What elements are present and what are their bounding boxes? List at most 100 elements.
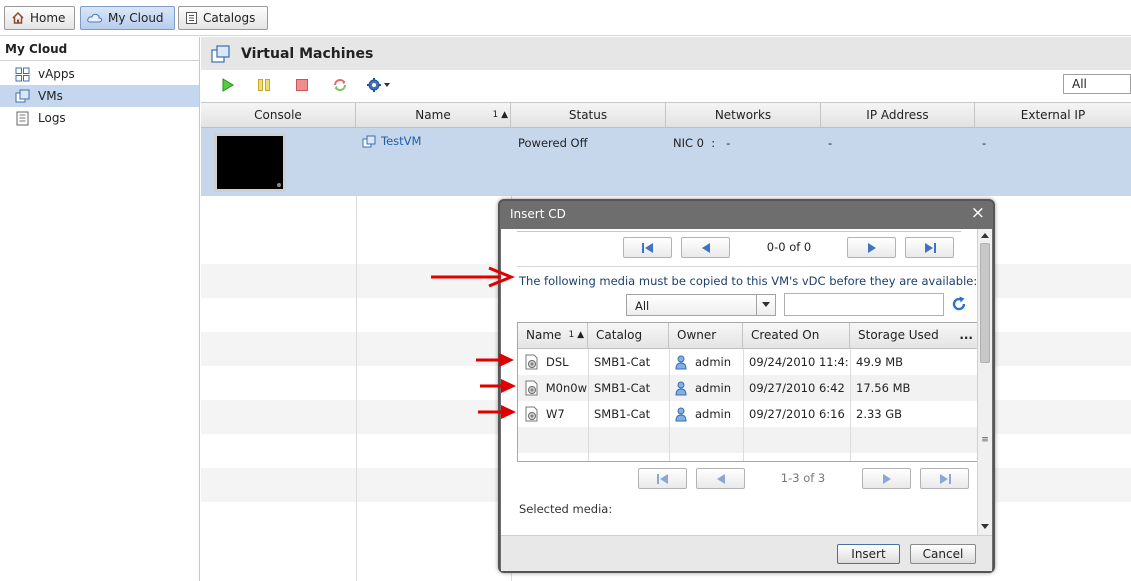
sidebar-item-label: Logs [38, 111, 66, 125]
last-page-button[interactable] [920, 468, 969, 489]
media-catalog: SMB1-Cat [594, 407, 651, 421]
previous-page-button[interactable] [681, 237, 730, 258]
scroll-thumb[interactable] [980, 243, 990, 363]
grid-divider [356, 196, 357, 581]
tab-catalogs[interactable]: Catalogs [178, 6, 268, 30]
first-page-icon [641, 242, 653, 253]
column-networks[interactable]: Networks [666, 103, 821, 128]
console-thumbnail[interactable] [214, 133, 286, 192]
gear-icon [367, 78, 390, 92]
media-column-name[interactable]: Name 1 ▲ [518, 323, 588, 348]
chevron-down-icon [756, 295, 775, 315]
vm-grid-header: Console Name 1 ▲ Status Networks IP Addr… [201, 102, 1131, 128]
first-page-button[interactable] [638, 468, 687, 489]
media-owner-cell: admin [675, 401, 742, 427]
divider [517, 266, 977, 267]
media-created-on: 09/27/2010 6:42 [749, 381, 845, 395]
media-column-name-label: Name [526, 328, 562, 342]
media-name-cell: M0n0w [523, 375, 587, 401]
tab-home-label: Home [30, 11, 66, 25]
catalog-filter-select[interactable]: All [626, 294, 776, 316]
power-off-button[interactable] [292, 76, 312, 94]
grid-divider [588, 349, 589, 461]
page-title: Virtual Machines [241, 45, 374, 62]
column-name[interactable]: Name 1 ▲ [356, 103, 511, 128]
sort-order: 1 [568, 330, 575, 340]
column-more-menu[interactable]: ... [959, 323, 973, 348]
vm-networks: NIC 0 : - [673, 136, 731, 150]
media-owner: admin [695, 355, 732, 369]
sidebar-item-vms[interactable]: VMs [0, 85, 199, 107]
annotation-arrow-icon [476, 353, 514, 367]
previous-page-button[interactable] [696, 468, 745, 489]
column-status[interactable]: Status [511, 103, 666, 128]
cd-media-icon [525, 354, 538, 370]
vapps-grid-icon [15, 67, 30, 81]
media-column-storage-used[interactable]: Storage Used ... [850, 323, 977, 348]
dialog-footer: Insert Cancel [501, 535, 992, 571]
media-grid-header: Name 1 ▲ Catalog Owner Created On Storag… [518, 323, 977, 349]
next-page-button[interactable] [862, 468, 911, 489]
media-catalog: SMB1-Cat [594, 355, 651, 369]
tab-catalogs-label: Catalogs [203, 11, 256, 25]
sidebar-item-vapps[interactable]: vApps [0, 63, 199, 85]
scroll-up-icon[interactable] [980, 230, 990, 240]
media-row[interactable]: W7 SMB1-Cat admin 09/27/2010 6:16 2.33 G… [518, 401, 977, 427]
column-console[interactable]: Console [201, 103, 356, 128]
cd-media-icon [525, 406, 538, 422]
scroll-grip-icon: ≡ [981, 435, 989, 445]
media-owner-cell: admin [675, 349, 742, 375]
sort-ascending-indicator: 1 ▲ [492, 110, 508, 120]
refresh-button[interactable] [950, 295, 970, 315]
column-external-ip[interactable]: External IP [975, 103, 1131, 128]
media-row[interactable]: DSL SMB1-Cat admin 09/24/2010 11:4: 49.9… [518, 349, 977, 375]
log-document-icon [16, 111, 29, 125]
reset-button[interactable] [330, 76, 350, 94]
table-row[interactable]: TestVM Powered Off NIC 0 : - - - [201, 128, 1131, 196]
close-icon[interactable]: × [971, 203, 985, 223]
vm-ip-address: - [828, 136, 833, 150]
last-page-button[interactable] [905, 237, 954, 258]
dialog-body: 0-0 of 0 The following media must be cop… [501, 229, 992, 535]
vm-name-link[interactable]: TestVM [362, 134, 421, 148]
user-icon [675, 381, 687, 395]
scroll-down-icon[interactable] [980, 522, 990, 532]
next-page-icon [882, 473, 891, 484]
previous-grid-bottom [517, 229, 961, 232]
last-page-icon [924, 242, 936, 253]
first-page-button[interactable] [623, 237, 672, 258]
user-icon [675, 407, 687, 421]
media-name: DSL [546, 355, 569, 369]
vm-toolbar [201, 70, 1131, 101]
media-column-owner[interactable]: Owner [669, 323, 743, 348]
refresh-icon [334, 79, 346, 91]
tab-my-cloud[interactable]: My Cloud [80, 6, 175, 30]
top-pager-status: 0-0 of 0 [766, 240, 812, 254]
cancel-button[interactable]: Cancel [910, 544, 976, 564]
media-catalog: SMB1-Cat [594, 381, 651, 395]
vm-filter-select[interactable]: All [1063, 74, 1131, 94]
catalog-book-icon [186, 12, 197, 24]
media-column-catalog[interactable]: Catalog [588, 323, 669, 348]
sidebar-item-logs[interactable]: Logs [0, 107, 199, 129]
suspend-button[interactable] [254, 76, 274, 94]
tab-home[interactable]: Home [4, 6, 75, 30]
column-ip-address[interactable]: IP Address [821, 103, 975, 128]
dialog-scrollbar[interactable]: ≡ [977, 229, 992, 535]
sort-order: 1 [492, 110, 499, 120]
grid-divider [850, 349, 851, 461]
vm-status: Powered Off [518, 136, 588, 150]
actions-menu-button[interactable] [365, 76, 393, 94]
media-name-cell: DSL [523, 349, 587, 375]
media-row[interactable]: M0n0w SMB1-Cat admin 09/27/2010 6:42 17.… [518, 375, 977, 401]
media-search-input[interactable] [784, 293, 944, 316]
previous-page-icon [701, 242, 710, 253]
copy-notice-text: The following media must be copied to th… [519, 274, 978, 288]
media-column-created-on[interactable]: Created On [743, 323, 850, 348]
insert-button[interactable]: Insert [837, 544, 900, 564]
previous-page-icon [716, 473, 725, 484]
first-page-icon [656, 473, 668, 484]
annotation-arrow-icon [431, 266, 515, 288]
next-page-button[interactable] [847, 237, 896, 258]
power-on-button[interactable] [218, 76, 238, 94]
